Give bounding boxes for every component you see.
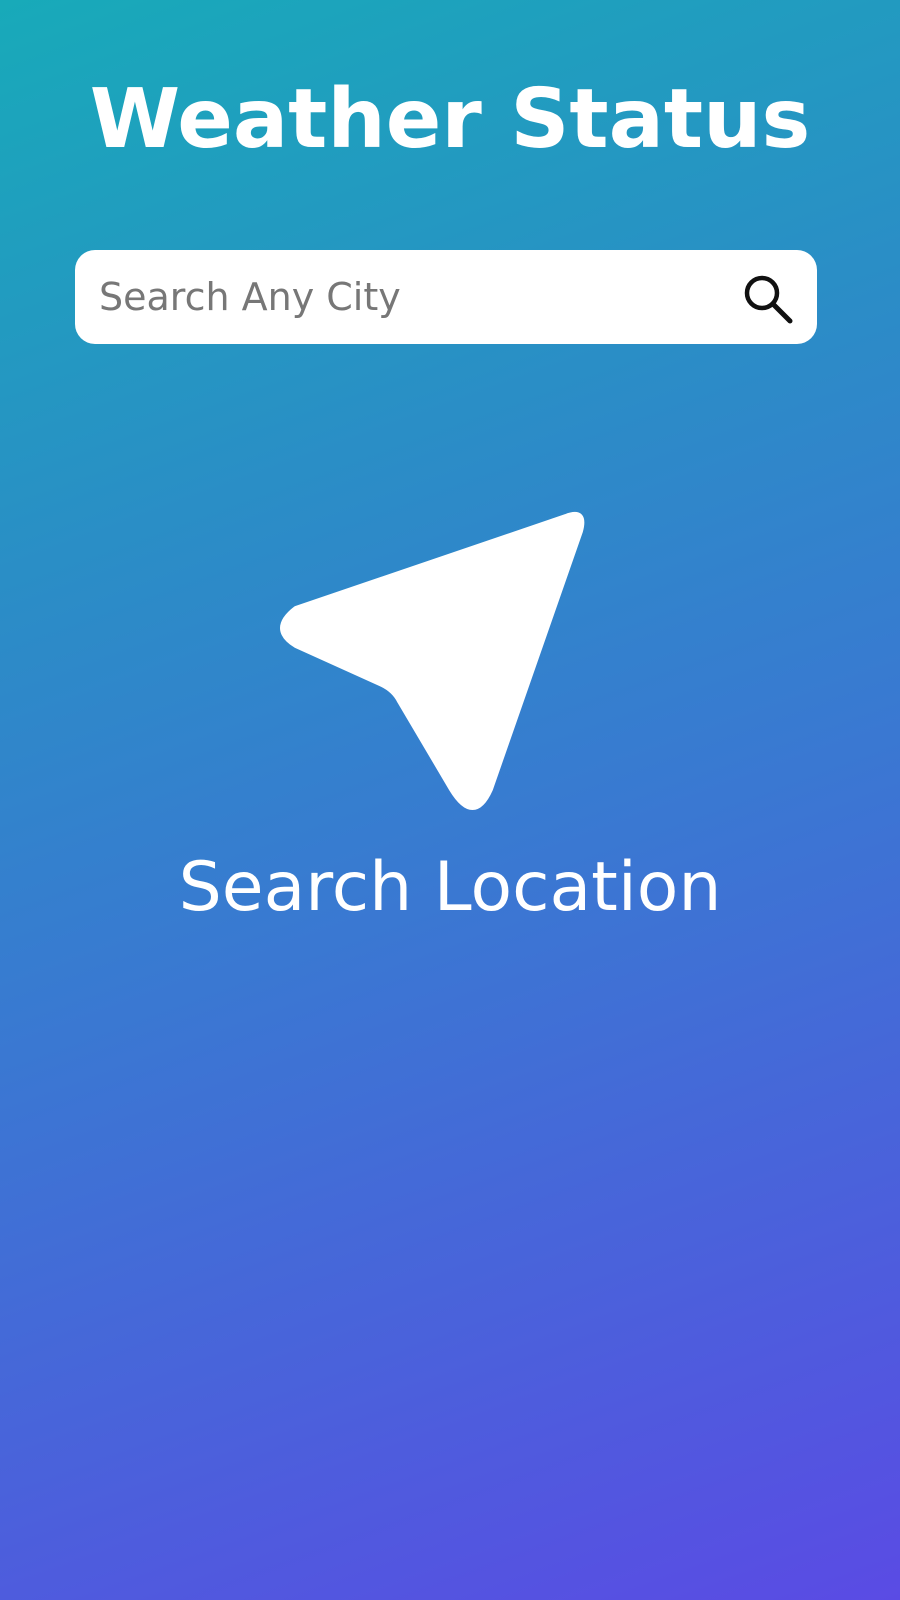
navigation-arrow-icon	[270, 505, 600, 830]
search-input[interactable]	[99, 250, 699, 344]
weather-screen: Weather Status Search Location	[0, 0, 900, 1600]
empty-state-label: Search Location	[178, 848, 722, 927]
page-title: Weather Status	[89, 72, 811, 167]
search-bar[interactable]	[75, 250, 817, 344]
search-icon[interactable]	[741, 272, 795, 326]
